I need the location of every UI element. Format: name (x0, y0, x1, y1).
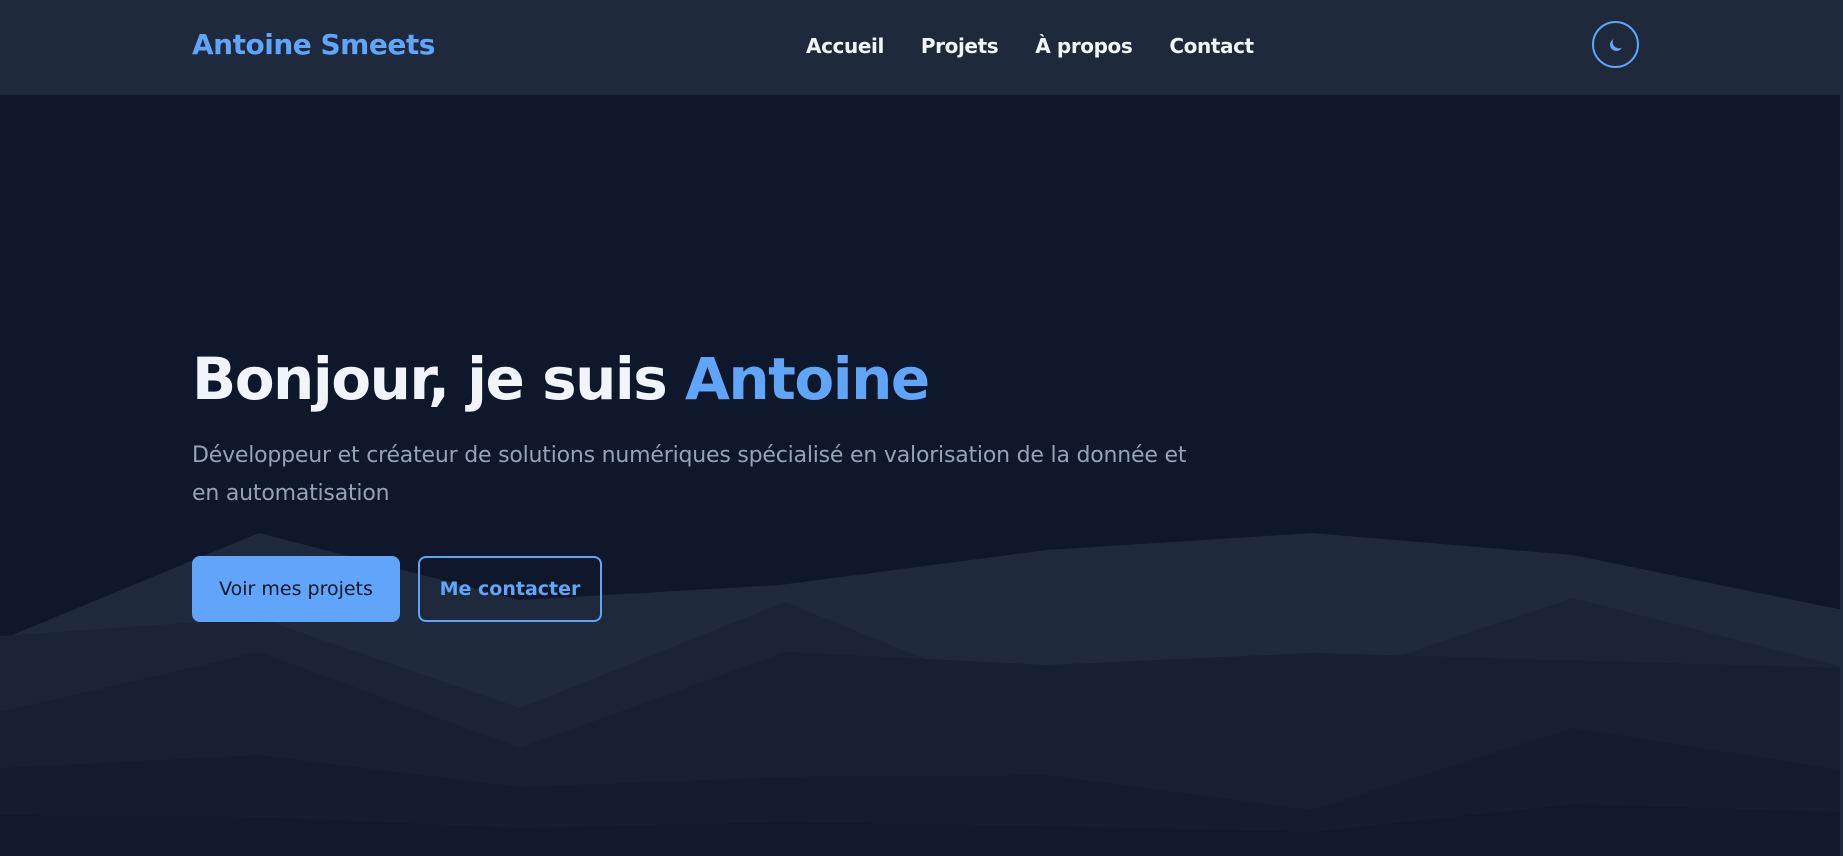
nav-item-projets[interactable]: Projets (921, 34, 999, 58)
site-header: Antoine Smeets Accueil Projets À propos … (0, 0, 1843, 95)
hero-title-prefix: Bonjour, je suis (192, 345, 685, 413)
hero-title-name: Antoine (685, 345, 930, 413)
brand-logo[interactable]: Antoine Smeets (192, 28, 435, 61)
view-projects-button[interactable]: Voir mes projets (192, 556, 400, 622)
theme-toggle-button[interactable] (1592, 21, 1639, 68)
hero-title: Bonjour, je suis Antoine (192, 345, 1212, 415)
hero-subtitle: Développeur et créateur de solutions num… (192, 442, 1187, 506)
nav-item-accueil[interactable]: Accueil (806, 34, 884, 58)
nav-item-a-propos[interactable]: À propos (1035, 34, 1133, 58)
contact-me-button[interactable]: Me contacter (418, 556, 602, 622)
hero-actions: Voir mes projets Me contacter (192, 556, 602, 622)
main-nav: Accueil Projets À propos Contact (806, 34, 1254, 58)
page: Antoine Smeets Accueil Projets À propos … (0, 0, 1843, 856)
nav-item-contact[interactable]: Contact (1169, 34, 1254, 58)
moon-icon (1609, 38, 1622, 51)
hero-section: Bonjour, je suis Antoine Développeur et … (192, 345, 1212, 513)
